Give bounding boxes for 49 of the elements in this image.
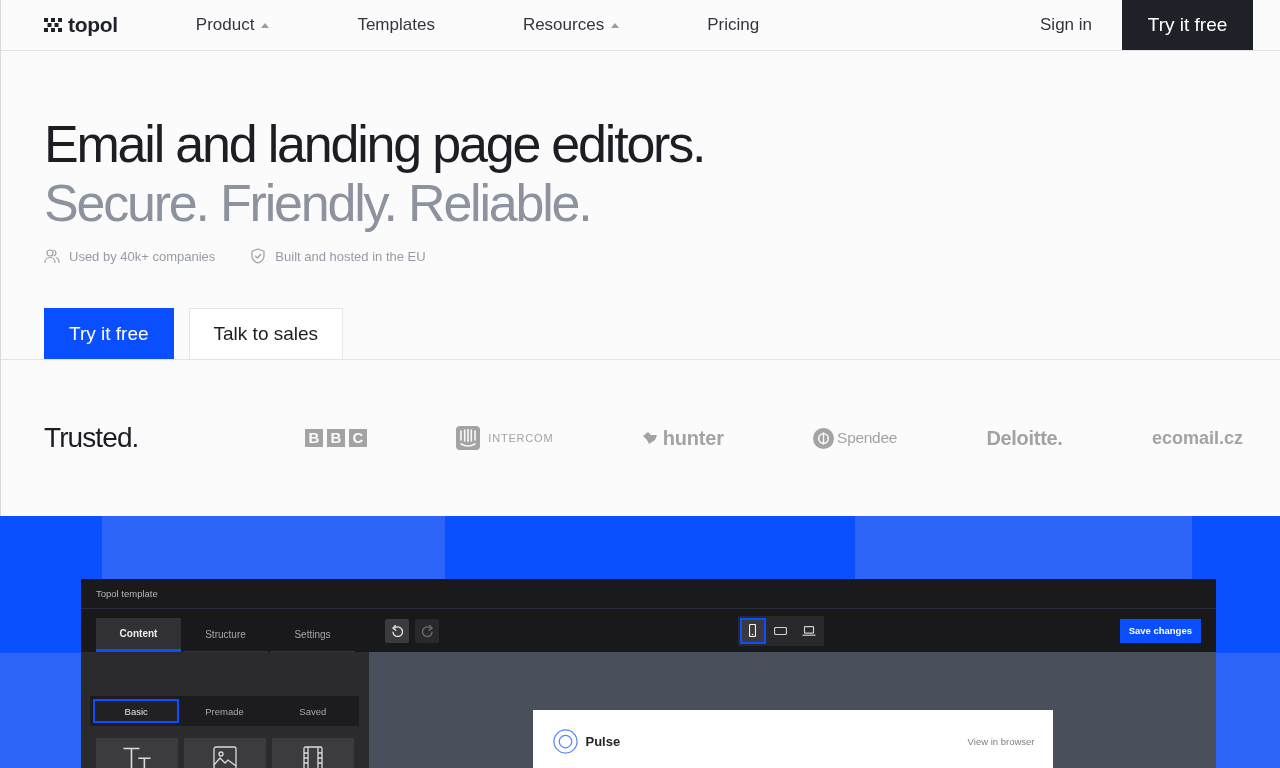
brand-logo: B B C bbox=[305, 429, 367, 447]
trusted-heading: Trusted. bbox=[44, 422, 140, 454]
talk-to-sales-button[interactable]: Talk to sales bbox=[188, 308, 344, 359]
brand-name: Spendee bbox=[837, 429, 898, 447]
coin-icon bbox=[813, 427, 835, 449]
image-icon bbox=[213, 746, 237, 768]
sign-in-link[interactable]: Sign in bbox=[1040, 15, 1092, 35]
brand-logo: Deloitte. bbox=[986, 426, 1063, 450]
subtab[interactable]: Basic bbox=[93, 699, 180, 723]
chat-bars-icon bbox=[456, 426, 481, 450]
fact-text: Built and hosted in the EU bbox=[275, 248, 426, 264]
fact-text: Used by 40k+ companies bbox=[69, 248, 216, 264]
save-changes-button[interactable]: Save changes bbox=[1119, 618, 1201, 643]
undo-button[interactable] bbox=[385, 618, 409, 643]
subtab[interactable]: Saved bbox=[269, 699, 356, 723]
redo-icon bbox=[421, 624, 433, 637]
brand-logo: ecomail.cz bbox=[1151, 427, 1243, 449]
caret-icon bbox=[261, 22, 270, 28]
try-free-button[interactable]: Try it free bbox=[1122, 0, 1253, 50]
hero-subtitle: Secure. Friendly. Reliable. bbox=[44, 174, 592, 233]
panel-tab[interactable]: Content bbox=[96, 618, 181, 652]
text-format-icon bbox=[122, 746, 152, 768]
phone-view-button[interactable] bbox=[739, 617, 766, 644]
undo-icon bbox=[391, 624, 403, 637]
logo-mark-icon bbox=[44, 18, 62, 32]
caret-icon bbox=[611, 22, 620, 28]
nav-link[interactable]: Templates bbox=[357, 15, 435, 35]
users-icon bbox=[44, 248, 60, 264]
shield-check-icon bbox=[250, 248, 267, 264]
editor-title: Topol template bbox=[96, 588, 158, 599]
nav-link[interactable]: Pricing bbox=[707, 15, 760, 35]
film-icon bbox=[301, 746, 325, 768]
laptop-icon bbox=[801, 625, 816, 636]
hero-title: Email and landing page editors. bbox=[44, 115, 706, 174]
panel-tab[interactable]: Structure bbox=[183, 618, 268, 652]
view-in-browser-link[interactable]: View in browser bbox=[967, 735, 1035, 747]
nav-link[interactable]: Product bbox=[195, 15, 270, 35]
home-logo-link[interactable]: topol bbox=[44, 13, 118, 37]
nav-link[interactable]: Resources bbox=[522, 15, 620, 35]
brand-name: INTERCOM bbox=[488, 432, 554, 444]
phone-icon bbox=[749, 624, 756, 637]
brand-mark-icon bbox=[642, 432, 657, 444]
panel-tab[interactable]: Settings bbox=[270, 618, 355, 652]
concentric-circles-icon bbox=[552, 728, 578, 754]
email-brand-name: Pulse bbox=[585, 733, 621, 749]
brand-name: hunter bbox=[662, 426, 724, 450]
try-free-button[interactable]: Try it free bbox=[44, 308, 174, 359]
tablet-icon bbox=[774, 626, 787, 635]
subtab[interactable]: Premade bbox=[181, 699, 268, 723]
